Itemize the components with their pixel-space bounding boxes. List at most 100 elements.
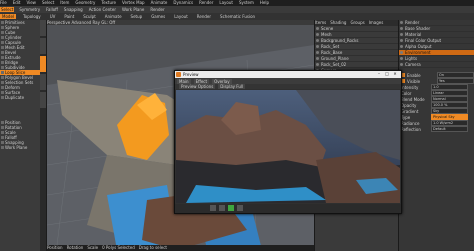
item-name: Rock_Set_02 <box>321 62 347 67</box>
tool-icon <box>1 71 4 74</box>
preview-titlebar[interactable]: Preview – □ ✕ <box>175 71 401 78</box>
tool-icon <box>1 81 4 84</box>
visibility-icon[interactable] <box>316 33 319 36</box>
tool-icon <box>1 91 4 94</box>
property-icon <box>1 141 4 144</box>
item-name: Background_Rocks <box>321 38 359 43</box>
visibility-icon[interactable] <box>400 39 403 42</box>
layout-tab[interactable]: Animate <box>103 14 124 19</box>
property-icon <box>1 136 4 139</box>
pause-icon[interactable] <box>219 205 225 211</box>
toolbar-button[interactable]: Action Center <box>88 7 117 12</box>
vertical-tab[interactable] <box>40 20 46 36</box>
toolbar-button[interactable]: Select <box>0 7 15 12</box>
status-text: Rotation <box>66 245 84 250</box>
layout-tab[interactable]: UV <box>48 14 58 19</box>
toolbar-button[interactable]: Work Plane <box>121 7 145 12</box>
property-label: Gradient <box>401 108 419 114</box>
minimize-icon[interactable]: – <box>375 71 383 76</box>
vertical-tab[interactable] <box>40 38 46 54</box>
tool-icon <box>1 36 4 39</box>
toolbar-button[interactable]: Render <box>149 7 165 12</box>
shader-name: Lights <box>405 56 418 61</box>
layout-tab[interactable]: Paint <box>62 14 76 19</box>
preview-tab[interactable]: Main <box>177 78 191 84</box>
tool-icon <box>1 26 4 29</box>
tool-property[interactable]: Work Plane <box>0 145 40 150</box>
visibility-icon[interactable] <box>400 33 403 36</box>
tool-icon <box>1 21 4 24</box>
visibility-icon[interactable] <box>400 27 403 30</box>
item-name: Mesh <box>321 32 332 37</box>
preview-render-image <box>176 90 400 203</box>
app-icon <box>176 72 181 77</box>
toolbar-button[interactable]: Snapping <box>63 7 84 12</box>
item-name: Ground_Plane <box>321 56 349 61</box>
tool-icon <box>1 96 4 99</box>
layout-tab[interactable]: Schematic Fusion <box>218 14 257 19</box>
property-label: Work Plane <box>5 145 28 150</box>
property-icon <box>1 146 4 149</box>
visibility-icon[interactable] <box>400 51 403 54</box>
vertical-tab[interactable] <box>40 74 46 90</box>
property-label: Radiance <box>401 120 420 126</box>
vertical-tab-strip <box>40 20 47 251</box>
property-label: Intensity <box>401 84 419 90</box>
visibility-icon[interactable] <box>400 57 403 60</box>
visibility-icon[interactable] <box>316 45 319 48</box>
preview-tab[interactable]: Overlay <box>212 78 232 84</box>
vertical-tab-active[interactable] <box>40 56 46 72</box>
property-icon <box>1 126 4 129</box>
shader-name: Base Shader <box>405 26 431 31</box>
shader-row[interactable]: Camera <box>399 62 474 68</box>
tool-icon <box>1 61 4 64</box>
tool-icon <box>1 41 4 44</box>
tool-label: Duplicate <box>5 95 25 100</box>
tool-icon <box>1 56 4 59</box>
main-toolbar: Select Symmetry Falloff Snapping Action Cent… <box>0 6 474 13</box>
preview-window[interactable]: Preview – □ ✕ Main Effect Overlay Preview … <box>174 70 402 214</box>
tool-item[interactable]: Duplicate <box>0 95 40 100</box>
save-icon[interactable] <box>210 205 216 211</box>
visibility-icon[interactable] <box>316 57 319 60</box>
property-label: Blend Mode <box>401 96 425 102</box>
property-row: Reflection Default <box>399 126 474 132</box>
property-value[interactable]: Default <box>431 126 468 132</box>
tool-icon <box>1 51 4 54</box>
property-icon <box>1 121 4 124</box>
visibility-icon[interactable] <box>316 39 319 42</box>
visibility-icon[interactable] <box>316 27 319 30</box>
preview-option[interactable]: Display Full <box>218 84 246 89</box>
toolbar-button[interactable]: Falloff <box>45 7 59 12</box>
tool-icon <box>1 31 4 34</box>
tool-panel: Primitives Sphere Cube Cylinder Capsule Mesh … <box>0 20 41 251</box>
visibility-icon[interactable] <box>400 21 403 24</box>
vertical-tab[interactable] <box>40 92 46 108</box>
refine-icon[interactable] <box>237 205 243 211</box>
layout-tab[interactable]: Layout <box>172 14 190 19</box>
item-name: Rock_Set <box>321 44 340 49</box>
layout-tab[interactable]: Games <box>149 14 167 19</box>
status-text: Position <box>47 245 63 250</box>
preview-option[interactable]: Preview Options <box>179 84 216 89</box>
visibility-icon[interactable] <box>316 63 319 66</box>
layout-tab[interactable]: Model <box>0 14 17 19</box>
item-name: Rock_Base <box>321 50 343 55</box>
layout-tab[interactable]: Render <box>195 14 213 19</box>
maximize-icon[interactable]: □ <box>383 71 391 76</box>
visibility-icon[interactable] <box>316 51 319 54</box>
layout-tab[interactable]: Setup <box>129 14 145 19</box>
preview-tab[interactable]: Effect <box>193 78 210 84</box>
shader-panel: Render Base Shader Material Final Color Out… <box>398 20 474 251</box>
property-label: Enable <box>407 72 421 78</box>
property-label: Opacity <box>401 102 417 108</box>
visibility-icon[interactable] <box>400 63 403 66</box>
shader-name: Environment <box>405 50 431 55</box>
toolbar-button[interactable]: Symmetry <box>18 7 41 12</box>
layout-tab[interactable]: Sculpt <box>81 14 98 19</box>
visibility-icon[interactable] <box>400 45 403 48</box>
layout-tab[interactable]: Topology <box>21 14 43 19</box>
shader-name: Final Color Output <box>405 38 442 43</box>
close-icon[interactable]: ✕ <box>391 71 399 76</box>
play-icon[interactable] <box>228 205 234 211</box>
